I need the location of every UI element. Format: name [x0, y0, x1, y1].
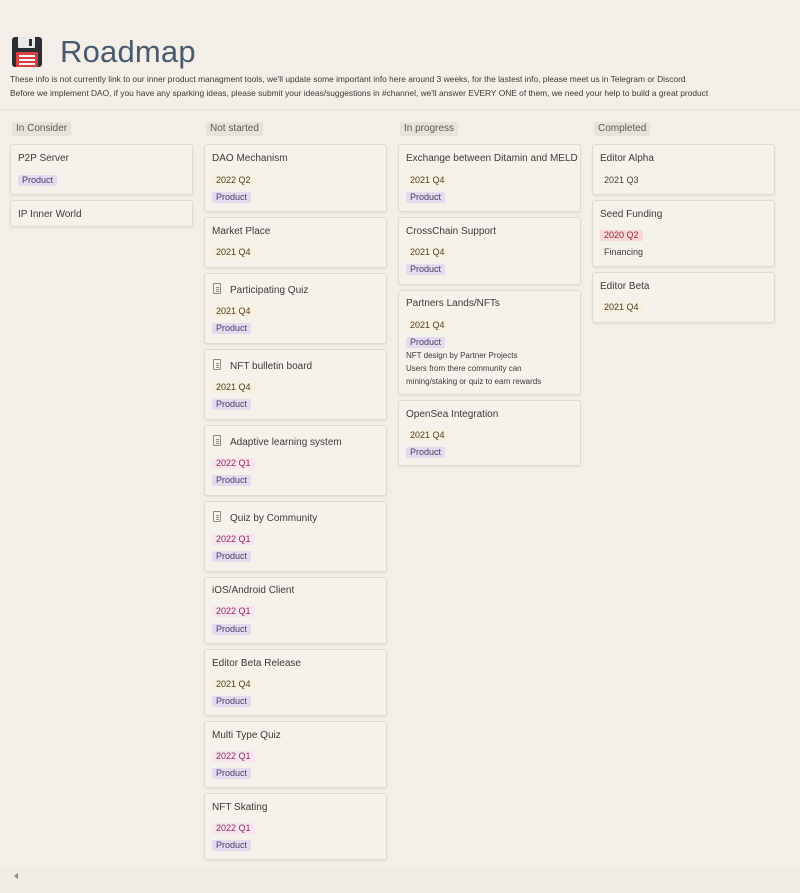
column-header-in-consider[interactable]: In Consider [12, 122, 72, 136]
column-header-in-progress[interactable]: In progress [400, 122, 459, 136]
date-tag: 2021 Q4 [212, 306, 255, 317]
card-title: IP Inner World [18, 209, 82, 220]
card-title: Seed Funding [600, 209, 663, 220]
date-tag: 2022 Q1 [212, 458, 255, 469]
tag-product: Product [212, 768, 252, 779]
column-header-completed[interactable]: Completed [594, 122, 651, 136]
date-tag: 2021 Q4 [212, 382, 255, 393]
card-title: Quiz by Community [230, 513, 318, 524]
card-title: Adaptive learning system [230, 437, 342, 448]
card-title: Multi Type Quiz [212, 730, 281, 741]
card-crosschain-support[interactable]: CrossChain Support 2021 Q4 Product [398, 217, 581, 285]
tag-product: Product [212, 192, 252, 203]
document-icon [213, 435, 221, 446]
card-partners-lands-nfts[interactable]: Partners Lands/NFTs 2021 Q4 Product NFT … [398, 290, 581, 395]
scroll-left-arrow-icon[interactable] [14, 873, 18, 879]
date-tag: 2021 Q4 [600, 302, 643, 313]
header-divider [0, 109, 800, 110]
tag-product: Product [406, 192, 446, 203]
card-note-line: NFT design by Partner Projects [406, 351, 518, 360]
card-title: P2P Server [18, 153, 69, 164]
tag-product: Product [18, 175, 58, 186]
card-nft-skating[interactable]: NFT Skating 2022 Q1 Product [204, 793, 387, 860]
card-title: Market Place [212, 226, 271, 237]
tag-product: Product [406, 447, 446, 458]
card-nft-bulletin-board[interactable]: NFT bulletin board 2021 Q4 Product [204, 349, 387, 420]
card-title: Partners Lands/NFTs [406, 298, 500, 309]
page-description-line-1: These info is not currently link to our … [10, 74, 686, 84]
tag-product: Product [406, 337, 446, 348]
date-tag: 2022 Q1 [212, 606, 255, 617]
card-multi-type-quiz[interactable]: Multi Type Quiz 2022 Q1 Product [204, 721, 387, 788]
date-tag: 2021 Q4 [406, 175, 449, 186]
tag-product: Product [212, 475, 252, 486]
date-tag: 2021 Q3 [604, 175, 639, 185]
card-title: CrossChain Support [406, 226, 497, 237]
page-title: Roadmap [60, 34, 196, 69]
card-title: Participating Quiz [230, 285, 309, 296]
card-editor-alpha[interactable]: Editor Alpha 2021 Q3 [592, 144, 775, 195]
card-title: DAO Mechanism [212, 153, 288, 164]
date-tag: 2020 Q2 [600, 230, 643, 241]
card-dao-mechanism[interactable]: DAO Mechanism 2022 Q2 Product [204, 144, 387, 212]
page-header: Roadmap These info is not currently link… [0, 0, 800, 110]
tag-product: Product [212, 399, 252, 410]
column-header-not-started[interactable]: Not started [206, 122, 263, 136]
card-editor-beta-release[interactable]: Editor Beta Release 2021 Q4 Product [204, 649, 387, 716]
date-tag: 2022 Q1 [212, 823, 255, 834]
card-seed-funding[interactable]: Seed Funding 2020 Q2 Financing [592, 200, 775, 267]
card-market-place[interactable]: Market Place 2021 Q4 [204, 217, 387, 268]
document-icon [213, 283, 221, 294]
tag-product: Product [212, 323, 252, 334]
card-title: Editor Beta Release [212, 658, 301, 669]
card-participating-quiz[interactable]: Participating Quiz 2021 Q4 Product [204, 273, 387, 344]
card-title: iOS/Android Client [212, 585, 295, 596]
tag-product: Product [212, 551, 252, 562]
date-tag: 2022 Q1 [212, 751, 255, 762]
card-title: OpenSea Integration [406, 409, 499, 420]
date-tag: 2022 Q2 [212, 175, 255, 186]
floppy-disk-icon [12, 37, 42, 67]
tag-financing: Financing [604, 247, 644, 257]
horizontal-scrollbar[interactable] [0, 866, 800, 893]
date-tag: 2021 Q4 [406, 430, 449, 441]
card-title: NFT Skating [212, 802, 268, 813]
card-title: Exchange between Ditamin and MELD [406, 153, 578, 164]
page-description-line-2: Before we implement DAO, if you have any… [10, 88, 709, 98]
card-note-line: Users from there community can [406, 364, 522, 373]
card-editor-beta[interactable]: Editor Beta 2021 Q4 [592, 272, 775, 323]
tag-product: Product [212, 840, 252, 851]
card-note-line: mining/staking or quiz to earn rewards [406, 377, 542, 386]
card-adaptive-learning-system[interactable]: Adaptive learning system 2022 Q1 Product [204, 425, 387, 496]
date-tag: 2021 Q4 [212, 247, 255, 258]
tag-product: Product [212, 624, 252, 635]
card-ip-inner-world[interactable]: IP Inner World [10, 200, 193, 227]
card-title: Editor Beta [600, 281, 650, 292]
date-tag: 2021 Q4 [406, 320, 449, 331]
date-tag: 2021 Q4 [406, 247, 449, 258]
date-tag: 2021 Q4 [212, 679, 255, 690]
card-ios-android-client[interactable]: iOS/Android Client 2022 Q1 Product [204, 577, 387, 644]
tag-product: Product [406, 264, 446, 275]
card-opensea-integration[interactable]: OpenSea Integration 2021 Q4 Product [398, 400, 581, 466]
document-icon [213, 359, 221, 370]
document-icon [213, 511, 221, 522]
card-title: Editor Alpha [600, 153, 654, 164]
card-title: NFT bulletin board [230, 361, 313, 372]
tag-product: Product [212, 696, 252, 707]
date-tag: 2022 Q1 [212, 534, 255, 545]
card-p2p-server[interactable]: P2P Server Product [10, 144, 193, 195]
title-row: Roadmap [12, 34, 196, 70]
card-exchange-ditamin-meld[interactable]: Exchange between Ditamin and MELD 2021 Q… [398, 144, 581, 212]
card-quiz-by-community[interactable]: Quiz by Community 2022 Q1 Product [204, 501, 387, 572]
